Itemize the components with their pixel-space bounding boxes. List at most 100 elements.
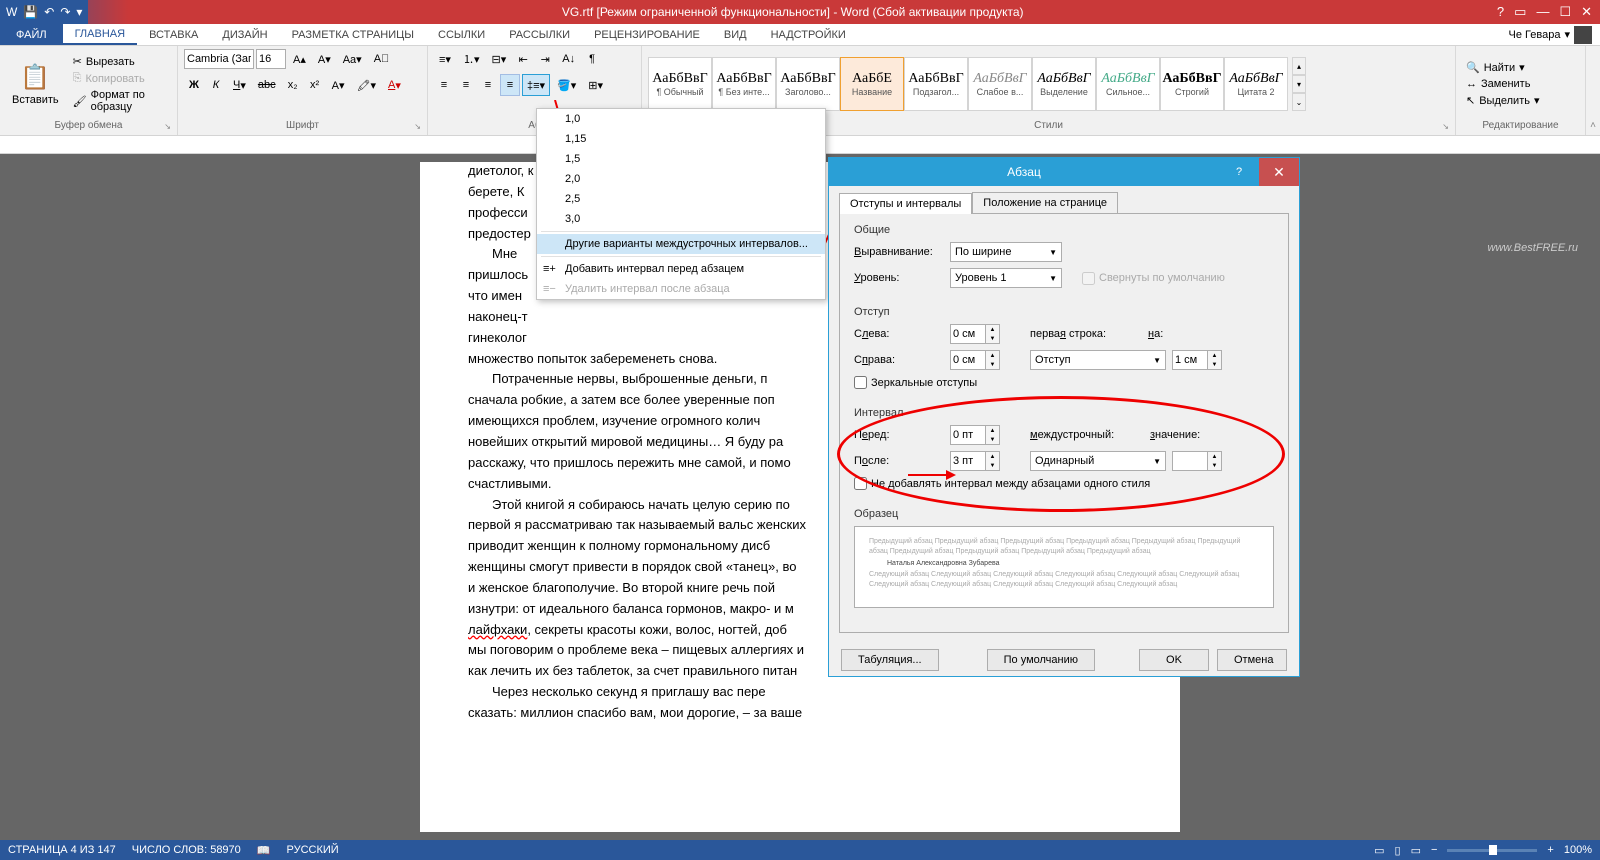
style-item[interactable]: АаБбВвГСлабое в... [968, 57, 1032, 111]
shading-icon[interactable]: 🪣▾ [552, 74, 581, 96]
undo-icon[interactable]: ↶ [44, 5, 54, 19]
borders-icon[interactable]: ⊞▾ [583, 74, 608, 96]
user-account[interactable]: Че Гевара ▾ [1509, 26, 1600, 44]
outline-level-select[interactable]: Уровень 1▼ [950, 268, 1062, 288]
tab-addins[interactable]: НАДСТРОЙКИ [759, 24, 858, 45]
align-center-icon[interactable]: ≡ [456, 74, 476, 96]
bold-icon[interactable]: Ж [184, 74, 204, 96]
launcher-icon[interactable]: ↘ [1442, 122, 1449, 131]
style-item[interactable]: АаБбВвГСтрогий [1160, 57, 1224, 111]
subscript-icon[interactable]: x₂ [283, 74, 303, 96]
tab-home[interactable]: ГЛАВНАЯ [63, 24, 137, 45]
remove-space-after[interactable]: ≡−Удалить интервал после абзаца [537, 279, 825, 299]
read-mode-icon[interactable]: ▭ [1374, 844, 1384, 857]
indent-right-spin[interactable]: ▲▼ [950, 350, 1000, 370]
font-size-select[interactable] [256, 49, 286, 69]
spacing-option[interactable]: 1,0 [537, 109, 825, 129]
bullets-icon[interactable]: ≡▾ [434, 48, 456, 70]
highlight-icon[interactable]: 🖍▾ [351, 74, 381, 96]
tab-file[interactable]: ФАЙЛ [0, 24, 63, 45]
style-item[interactable]: АаБбВвГВыделение [1032, 57, 1096, 111]
save-icon[interactable]: 💾 [23, 5, 38, 19]
superscript-icon[interactable]: x² [305, 74, 325, 96]
tab-view[interactable]: ВИД [712, 24, 759, 45]
strike-icon[interactable]: abc [253, 74, 281, 96]
font-family-select[interactable] [184, 49, 254, 69]
clear-format-icon[interactable]: A⃠ [369, 48, 395, 70]
text-effects-icon[interactable]: A▾ [327, 74, 350, 96]
italic-icon[interactable]: К [206, 74, 226, 96]
tab-design[interactable]: ДИЗАЙН [210, 24, 279, 45]
more-spacing-options[interactable]: Другие варианты междустрочных интервалов… [537, 234, 825, 254]
align-right-icon[interactable]: ≡ [478, 74, 498, 96]
page-status[interactable]: СТРАНИЦА 4 ИЗ 147 [8, 844, 116, 856]
inc-indent-icon[interactable]: ⇥ [535, 48, 555, 70]
paste-button[interactable]: 📋 Вставить [6, 61, 65, 108]
add-space-before[interactable]: ≡+Добавить интервал перед абзацем [537, 259, 825, 279]
tab-review[interactable]: РЕЦЕНЗИРОВАНИЕ [582, 24, 712, 45]
underline-icon[interactable]: Ч▾ [228, 74, 251, 96]
help-icon[interactable]: ? [1497, 4, 1504, 20]
style-item[interactable]: АаБбЕНазвание [840, 57, 904, 111]
styles-more-icon[interactable]: ⌄ [1292, 93, 1306, 111]
style-item[interactable]: АаБбВвГЗаголово... [776, 57, 840, 111]
style-item[interactable]: АаБбВвГ¶ Обычный [648, 57, 712, 111]
launcher-icon[interactable]: ↘ [164, 122, 171, 131]
alignment-select[interactable]: По ширине▼ [950, 242, 1062, 262]
tab-mailings[interactable]: РАССЫЛКИ [497, 24, 582, 45]
dec-indent-icon[interactable]: ⇤ [513, 48, 533, 70]
tab-indents-spacing[interactable]: Отступы и интервалы [839, 193, 972, 214]
line-spacing-select[interactable]: Одинарный▼ [1030, 451, 1166, 471]
close-icon[interactable]: ✕ [1581, 4, 1592, 20]
collapse-ribbon-icon[interactable]: ˄ [1586, 46, 1600, 135]
numbering-icon[interactable]: ⒈▾ [458, 48, 485, 70]
space-after-spin[interactable]: ▲▼ [950, 451, 1000, 471]
styles-down-icon[interactable]: ▾ [1292, 75, 1306, 93]
spacing-option[interactable]: 1,5 [537, 149, 825, 169]
style-item[interactable]: АаБбВвГСильное... [1096, 57, 1160, 111]
style-item[interactable]: АаБбВвГПодзагол... [904, 57, 968, 111]
sort-icon[interactable]: A↓ [557, 48, 580, 70]
by-spin[interactable]: ▲▼ [1172, 350, 1222, 370]
shrink-font-icon[interactable]: A▾ [313, 48, 336, 70]
zoom-slider[interactable] [1447, 849, 1537, 852]
spacing-option[interactable]: 2,0 [537, 169, 825, 189]
print-layout-icon[interactable]: ▯ [1395, 844, 1401, 857]
spacing-option[interactable]: 3,0 [537, 209, 825, 229]
zoom-out-icon[interactable]: − [1431, 844, 1437, 856]
ok-button[interactable]: OK [1139, 649, 1209, 671]
ribbon-options-icon[interactable]: ▭ [1514, 4, 1526, 20]
multilevel-icon[interactable]: ⊟▾ [486, 48, 511, 70]
change-case-icon[interactable]: Aa▾ [338, 48, 367, 70]
tab-line-page-breaks[interactable]: Положение на странице [972, 192, 1118, 213]
zoom-level[interactable]: 100% [1564, 844, 1592, 856]
align-justify-icon[interactable]: ≡ [500, 74, 520, 96]
find-button[interactable]: 🔍Найти▾ [1462, 60, 1544, 75]
tab-layout[interactable]: РАЗМЕТКА СТРАНИЦЫ [280, 24, 426, 45]
launcher-icon[interactable]: ↘ [414, 122, 421, 131]
tabs-button[interactable]: Табуляция... [841, 649, 939, 671]
space-before-spin[interactable]: ▲▼ [950, 425, 1000, 445]
styles-up-icon[interactable]: ▴ [1292, 57, 1306, 75]
indent-left-spin[interactable]: ▲▼ [950, 324, 1000, 344]
copy-button[interactable]: ⎘Копировать [69, 71, 171, 86]
first-line-select[interactable]: Отступ▼ [1030, 350, 1166, 370]
grow-font-icon[interactable]: A▴ [288, 48, 311, 70]
spacing-option[interactable]: 1,15 [537, 129, 825, 149]
no-space-same-style-checkbox[interactable] [854, 477, 867, 490]
dialog-help-icon[interactable]: ? [1219, 166, 1259, 178]
select-button[interactable]: ↖Выделить▾ [1462, 93, 1544, 108]
line-spacing-button[interactable]: ‡≡▾ [522, 74, 550, 96]
qa-customize-icon[interactable]: ▾ [76, 5, 82, 19]
style-item[interactable]: АаБбВвГ¶ Без инте... [712, 57, 776, 111]
proofing-icon[interactable]: 📖 [257, 844, 271, 857]
replace-button[interactable]: ↔Заменить [1462, 77, 1544, 91]
tab-references[interactable]: ССЫЛКИ [426, 24, 497, 45]
font-color-icon[interactable]: A▾ [383, 74, 406, 96]
cut-button[interactable]: ✂Вырезать [69, 54, 171, 69]
show-marks-icon[interactable]: ¶ [582, 48, 602, 70]
redo-icon[interactable]: ↷ [60, 5, 70, 19]
default-button[interactable]: По умолчанию [987, 649, 1095, 671]
tab-insert[interactable]: ВСТАВКА [137, 24, 210, 45]
language-status[interactable]: РУССКИЙ [287, 844, 339, 856]
